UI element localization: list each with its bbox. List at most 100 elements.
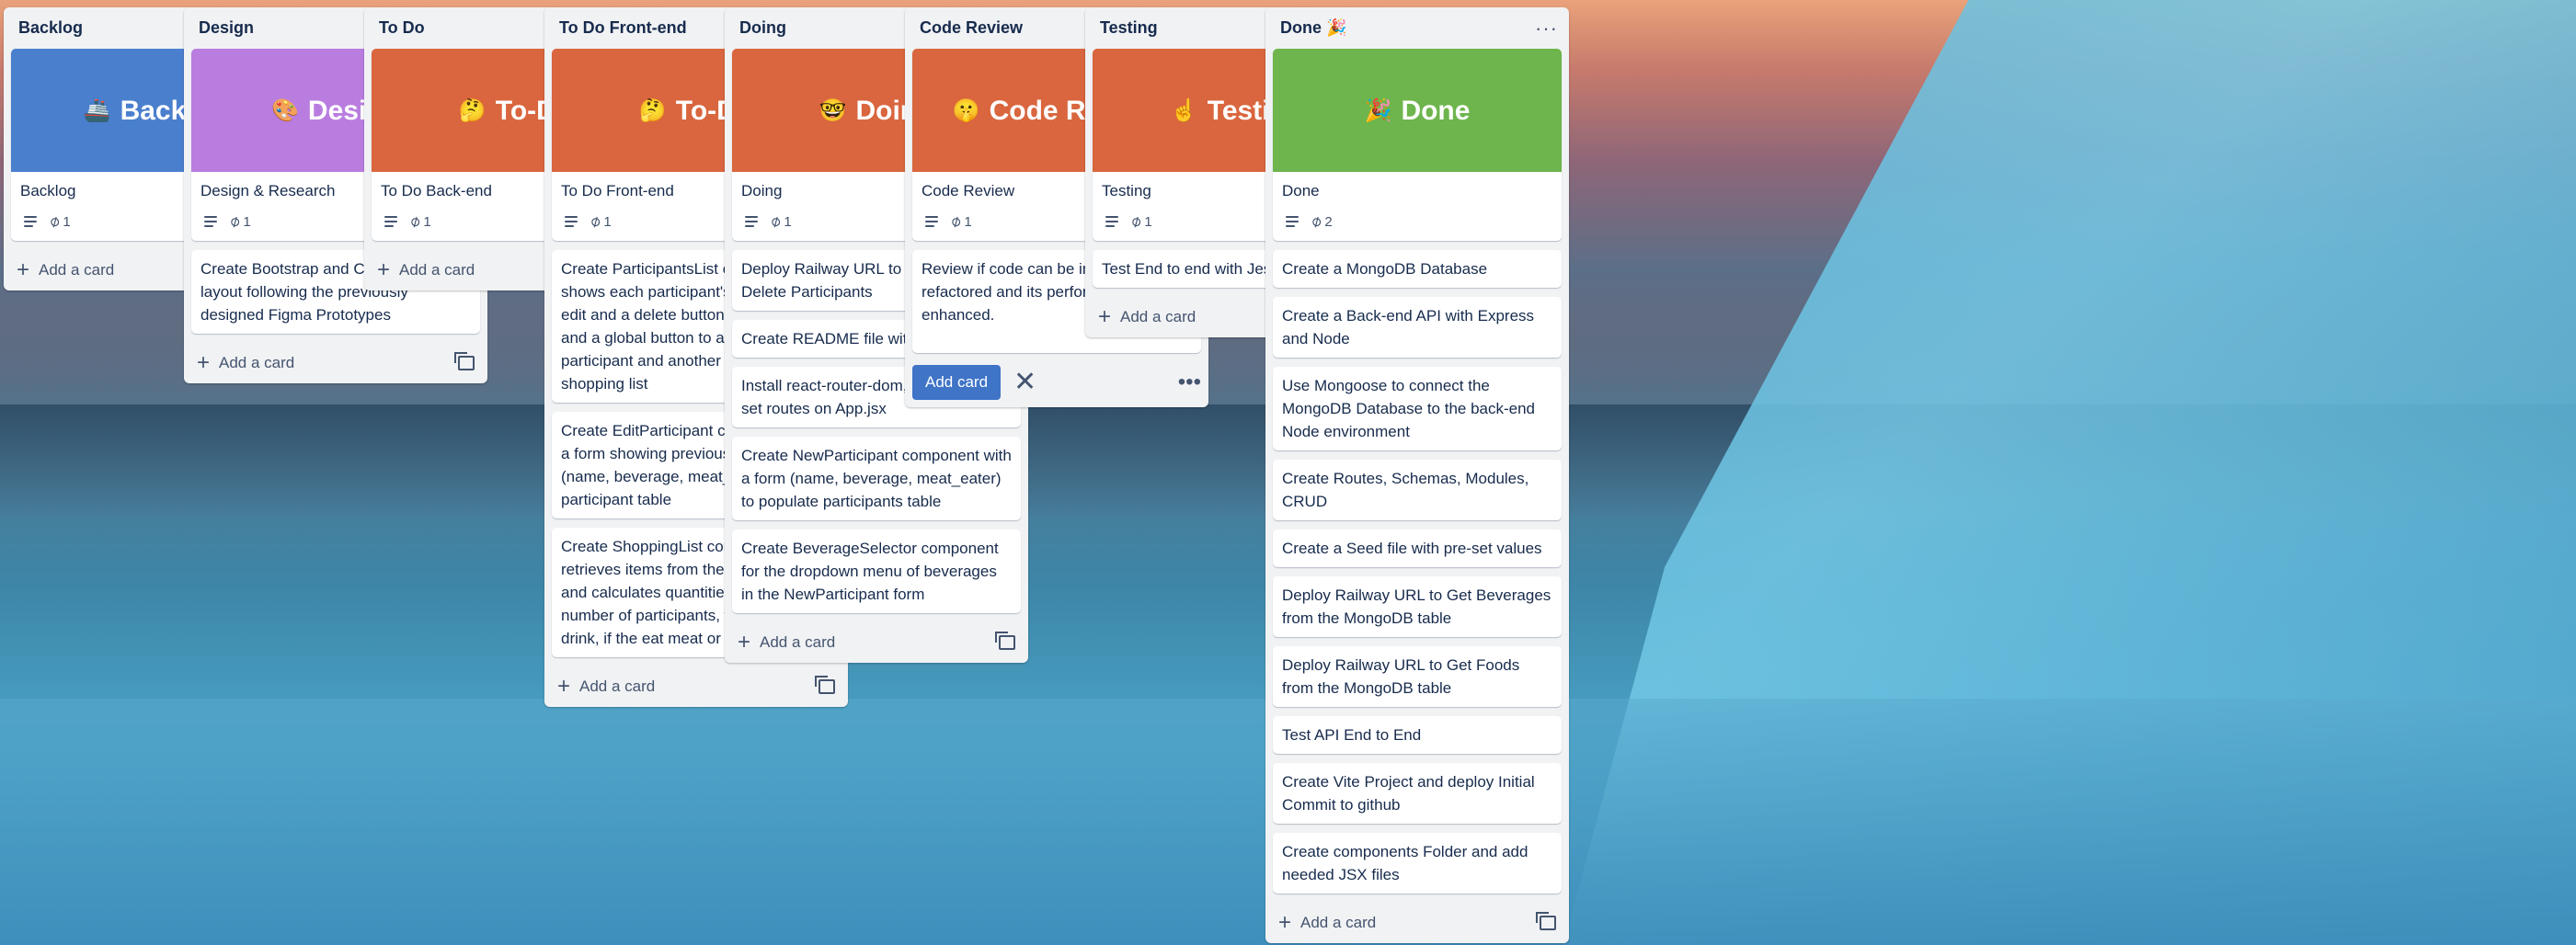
add-card-row: + Add a card bbox=[544, 666, 848, 707]
card[interactable]: Deploy Railway URL to Get Foods from the… bbox=[1273, 646, 1562, 707]
add-card-button[interactable]: + Add a card bbox=[738, 630, 999, 655]
add-card-label: Add a card bbox=[760, 633, 836, 651]
card-title: Deploy Railway URL to Get Beverages from… bbox=[1282, 586, 1551, 627]
attachment-count: 1 bbox=[423, 214, 431, 230]
paperclip-icon: ⌀ bbox=[406, 211, 424, 232]
paperclip-icon: ⌀ bbox=[45, 211, 63, 232]
plus-icon: + bbox=[197, 350, 211, 375]
add-card-row: + Add a card bbox=[1265, 903, 1569, 943]
add-card-button[interactable]: + Add a card bbox=[557, 674, 819, 699]
plus-icon: + bbox=[17, 257, 30, 282]
close-icon[interactable]: ✕ bbox=[1013, 369, 1036, 396]
add-card-row: + Add a card bbox=[184, 343, 487, 383]
attachment-badge: ⌀ 1 bbox=[226, 210, 251, 233]
card[interactable]: Create Routes, Schemas, Modules, CRUD bbox=[1273, 460, 1562, 520]
add-card-row: + Add a card bbox=[725, 622, 1028, 663]
attachment-badge: ⌀ 2 bbox=[1308, 210, 1333, 233]
card[interactable]: Create a Seed file with pre-set values bbox=[1273, 529, 1562, 567]
description-icon bbox=[565, 216, 579, 227]
attachment-badge: ⌀ 1 bbox=[767, 210, 792, 233]
more-horizontal-icon[interactable]: ··· bbox=[1535, 17, 1558, 40]
add-card-label: Add a card bbox=[1300, 914, 1377, 931]
attachment-count: 2 bbox=[1324, 214, 1333, 230]
description-icon bbox=[24, 216, 39, 227]
card-title: Deploy Railway URL to Get Foods from the… bbox=[1282, 656, 1520, 697]
plus-icon: + bbox=[1098, 304, 1112, 329]
paperclip-icon: ⌀ bbox=[946, 211, 965, 232]
description-icon bbox=[1105, 216, 1120, 227]
description-icon bbox=[384, 216, 399, 227]
more-horizontal-icon[interactable]: ••• bbox=[1178, 370, 1201, 395]
card-title: Create a Back-end API with Express and N… bbox=[1282, 307, 1535, 347]
cover-card[interactable]: 🎉 Done Done ⌀ 2 bbox=[1273, 49, 1562, 241]
list-column: Done 🎉 ··· 🎉 Done Done ⌀ 2 Create a MongoDB Da… bbox=[1265, 7, 1569, 943]
cover-emoji: 🤓 bbox=[819, 97, 847, 123]
paperclip-icon: ⌀ bbox=[586, 211, 604, 232]
cover-text: Done bbox=[1401, 95, 1471, 126]
card[interactable]: Use Mongoose to connect the MongoDB Data… bbox=[1273, 367, 1562, 450]
card[interactable]: Create NewParticipant component with a f… bbox=[732, 437, 1021, 520]
attachment-badge: ⌀ 1 bbox=[46, 210, 71, 233]
description-icon bbox=[1286, 216, 1300, 227]
add-card-button[interactable]: Add card bbox=[912, 365, 1002, 400]
paperclip-icon: ⌀ bbox=[766, 211, 784, 232]
plus-icon: + bbox=[377, 257, 391, 282]
add-card-label: Add a card bbox=[1120, 308, 1196, 325]
card-title: Create NewParticipant component with a f… bbox=[741, 447, 1012, 510]
attachment-count: 1 bbox=[243, 214, 251, 230]
card-title: Done bbox=[1282, 182, 1320, 199]
attachment-count: 1 bbox=[964, 214, 972, 230]
card-badges: ⌀ 2 bbox=[1273, 210, 1562, 241]
attachment-count: 1 bbox=[603, 214, 612, 230]
list-header[interactable]: Done 🎉 ··· bbox=[1265, 7, 1569, 49]
card[interactable]: Test API End to End bbox=[1273, 716, 1562, 754]
cover-emoji: 🎉 bbox=[1364, 97, 1392, 123]
attachment-badge: ⌀ 1 bbox=[947, 210, 972, 233]
card-title: Create Routes, Schemas, Modules, CRUD bbox=[1282, 470, 1529, 510]
attachment-count: 1 bbox=[784, 214, 792, 230]
card[interactable]: Create BeverageSelector component for th… bbox=[732, 529, 1021, 613]
add-card-label: Add a card bbox=[399, 261, 475, 279]
card-template-icon[interactable] bbox=[454, 352, 475, 370]
card-cover: 🎉 Done bbox=[1273, 49, 1562, 172]
card-title: Create a Seed file with pre-set values bbox=[1282, 540, 1542, 557]
attachment-badge: ⌀ 1 bbox=[406, 210, 431, 233]
attachment-badge: ⌀ 1 bbox=[587, 210, 612, 233]
plus-icon: + bbox=[1278, 910, 1292, 935]
description-icon bbox=[204, 216, 219, 227]
add-card-label: Add a card bbox=[219, 354, 295, 371]
paperclip-icon: ⌀ bbox=[1127, 211, 1145, 232]
add-card-label: Add a card bbox=[579, 677, 656, 695]
cover-emoji: 🤔 bbox=[638, 97, 667, 123]
description-icon bbox=[745, 216, 760, 227]
cover-emoji: 🤫 bbox=[952, 97, 980, 123]
add-card-button[interactable]: + Add a card bbox=[197, 350, 458, 375]
add-card-button[interactable]: + Add a card bbox=[1278, 910, 1540, 935]
background-shape bbox=[1563, 0, 2576, 945]
add-card-label: Add a card bbox=[39, 261, 115, 279]
cover-emoji: ☝️ bbox=[1170, 97, 1198, 123]
list-title[interactable]: Done 🎉 bbox=[1280, 18, 1535, 38]
card[interactable]: Create a Back-end API with Express and N… bbox=[1273, 297, 1562, 358]
card-title: Create a MongoDB Database bbox=[1282, 260, 1488, 278]
card-title: Use Mongoose to connect the MongoDB Data… bbox=[1282, 377, 1536, 440]
paperclip-icon: ⌀ bbox=[225, 211, 244, 232]
card-title: Test API End to End bbox=[1282, 726, 1422, 744]
card-title: Create Vite Project and deploy Initial C… bbox=[1282, 773, 1535, 814]
cover-emoji: 🚢 bbox=[83, 97, 111, 123]
card-template-icon[interactable] bbox=[815, 676, 835, 694]
card[interactable]: Create components Folder and add needed … bbox=[1273, 833, 1562, 894]
card-template-icon[interactable] bbox=[995, 632, 1015, 650]
plus-icon: + bbox=[738, 630, 751, 655]
attachment-count: 1 bbox=[63, 214, 71, 230]
card-title: Create components Folder and add needed … bbox=[1282, 843, 1528, 883]
card[interactable]: Create a MongoDB Database bbox=[1273, 250, 1562, 288]
cover-emoji: 🎨 bbox=[271, 97, 299, 123]
cover-emoji: 🤔 bbox=[458, 97, 487, 123]
card[interactable]: Deploy Railway URL to Get Beverages from… bbox=[1273, 576, 1562, 637]
plus-icon: + bbox=[557, 674, 571, 699]
attachment-count: 1 bbox=[1144, 214, 1152, 230]
card[interactable]: Create Vite Project and deploy Initial C… bbox=[1273, 763, 1562, 824]
card-list: 🎉 Done Done ⌀ 2 Create a MongoDB Database Cre… bbox=[1265, 49, 1569, 894]
card-template-icon[interactable] bbox=[1536, 912, 1556, 930]
